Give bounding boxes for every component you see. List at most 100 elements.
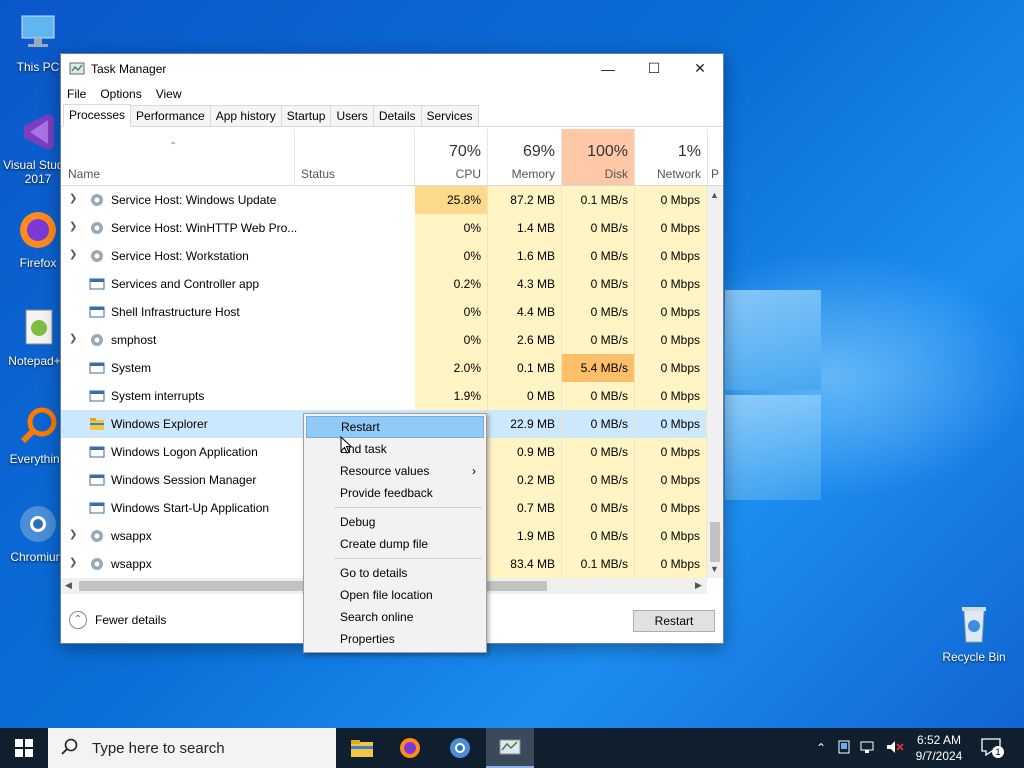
tab-processes[interactable]: Processes xyxy=(63,104,132,127)
column-header-power[interactable]: P xyxy=(708,129,723,185)
context-menu-item-open-file-location[interactable]: Open file location xyxy=(306,584,484,606)
expand-chevron-icon[interactable]: ❯ xyxy=(69,557,77,568)
context-menu-item-create-dump-file[interactable]: Create dump file xyxy=(306,533,484,555)
tab-startup[interactable]: Startup xyxy=(280,105,332,126)
disk-label: Disk xyxy=(604,167,628,181)
expand-chevron-icon[interactable]: ❯ xyxy=(69,249,77,260)
notification-center-button[interactable]: 1 xyxy=(980,736,1006,760)
process-name: Service Host: WinHTTP Web Pro... xyxy=(111,221,298,235)
process-row[interactable]: ❯ Service Host: Workstation 0% 1.6 MB 0 MB/s… xyxy=(61,242,707,270)
process-row[interactable]: System interrupts 1.9% 0 MB 0 MB/s 0 Mbps xyxy=(61,382,707,410)
context-menu-item-end-task[interactable]: End task xyxy=(306,438,484,460)
search-placeholder: Type here to search xyxy=(92,739,225,757)
close-button[interactable]: ✕ xyxy=(677,54,723,83)
taskbar-file-explorer[interactable] xyxy=(338,728,386,768)
maximize-button[interactable]: ☐ xyxy=(631,54,677,83)
process-row[interactable]: ❯ smphost 0% 2.6 MB 0 MB/s 0 Mbps xyxy=(61,326,707,354)
scroll-up-icon[interactable]: ▲ xyxy=(710,190,719,200)
title-bar[interactable]: Task Manager — ☐ ✕ xyxy=(61,54,723,83)
column-header-disk[interactable]: 100% Disk xyxy=(562,129,635,185)
tab-users[interactable]: Users xyxy=(330,105,374,126)
network-percent: 1% xyxy=(677,143,701,160)
process-net-cell: 0 Mbps xyxy=(635,522,707,550)
context-menu-item-debug[interactable]: Debug xyxy=(306,511,484,533)
menu-options[interactable]: Options xyxy=(100,87,141,101)
system-tray: ⌃ xyxy=(816,728,904,768)
desktop-icon-label: Recycle Bin xyxy=(942,650,1006,664)
desktop-icon-label: This PC xyxy=(16,60,60,74)
scroll-down-icon[interactable]: ▼ xyxy=(710,564,719,574)
taskbar-firefox[interactable] xyxy=(386,728,434,768)
process-cpu-cell: 0.2% xyxy=(415,270,488,298)
expand-chevron-icon[interactable]: ❯ xyxy=(69,193,77,204)
column-header-network[interactable]: 1% Network xyxy=(635,129,708,185)
scroll-left-icon[interactable]: ◀ xyxy=(65,580,72,591)
taskbar-search-box[interactable]: Type here to search xyxy=(48,728,336,768)
process-name: System xyxy=(111,361,152,375)
process-row[interactable]: System 2.0% 0.1 MB 5.4 MB/s 0 Mbps xyxy=(61,354,707,382)
context-menu-item-resource-values[interactable]: Resource values › xyxy=(306,460,484,482)
chevron-up-icon[interactable]: ⌃ xyxy=(816,741,826,755)
process-row[interactable]: Services and Controller app 0.2% 4.3 MB 0 M… xyxy=(61,270,707,298)
tab-app-history[interactable]: App history xyxy=(209,105,282,126)
vertical-scroll-thumb[interactable] xyxy=(710,522,720,562)
process-disk-cell: 0.1 MB/s xyxy=(562,186,635,214)
app-window-icon xyxy=(89,360,105,376)
process-mem-cell: 0.1 MB xyxy=(488,354,562,382)
context-menu-item-properties[interactable]: Properties xyxy=(306,628,484,650)
process-mem-cell: 0.2 MB xyxy=(488,466,562,494)
memory-percent: 69% xyxy=(522,143,555,160)
mouse-cursor-icon xyxy=(340,435,353,457)
process-mem-cell: 4.4 MB xyxy=(488,298,562,326)
process-row[interactable]: ❯ Service Host: Windows Update 25.8% 87.2 M… xyxy=(61,186,707,214)
fewer-details-button[interactable]: ⌃ Fewer details xyxy=(69,611,166,629)
process-net-cell: 0 Mbps xyxy=(635,466,707,494)
context-menu-item-search-online[interactable]: Search online xyxy=(306,606,484,628)
process-net-cell: 0 Mbps xyxy=(635,550,707,578)
desktop-icon-recycle-bin[interactable]: Recycle Bin xyxy=(938,600,1010,664)
expand-chevron-icon[interactable]: ❯ xyxy=(69,529,77,540)
cpu-label: CPU xyxy=(455,167,481,181)
process-disk-cell: 0 MB/s xyxy=(562,382,635,410)
memory-label: Memory xyxy=(511,167,555,181)
process-row[interactable]: ❯ Service Host: WinHTTP Web Pro... 0% 1.4 M… xyxy=(61,214,707,242)
restart-button[interactable]: Restart xyxy=(633,610,715,632)
column-header-memory[interactable]: 69% Memory xyxy=(488,129,562,185)
process-net-cell: 0 Mbps xyxy=(635,354,707,382)
process-name: Windows Logon Application xyxy=(111,445,258,459)
start-button[interactable] xyxy=(0,728,48,768)
process-net-cell: 0 Mbps xyxy=(635,410,707,438)
menu-file[interactable]: File xyxy=(67,87,86,101)
process-mem-cell: 0.7 MB xyxy=(488,494,562,522)
process-net-cell: 0 Mbps xyxy=(635,270,707,298)
volume-muted-icon[interactable] xyxy=(886,740,904,757)
tablet-icon[interactable] xyxy=(838,740,850,757)
taskbar-chromium[interactable] xyxy=(436,728,484,768)
column-header-cpu[interactable]: 70% CPU xyxy=(415,129,488,185)
context-menu-item-restart[interactable]: Restart xyxy=(306,416,484,438)
minimize-button[interactable]: — xyxy=(585,54,631,83)
scroll-right-icon[interactable]: ▶ xyxy=(695,580,702,591)
clock[interactable]: 6:52 AM 9/7/2024 xyxy=(906,732,972,764)
taskbar-task-manager[interactable] xyxy=(486,728,534,768)
notepad-plus-icon xyxy=(14,304,62,352)
process-cpu-cell: 25.8% xyxy=(415,186,488,214)
menu-view[interactable]: View xyxy=(156,87,182,101)
everything-search-icon xyxy=(14,402,62,450)
desktop-icon-label: Firefox xyxy=(19,256,57,270)
clock-time: 6:52 AM xyxy=(916,733,962,747)
process-mem-cell: 2.6 MB xyxy=(488,326,562,354)
tab-details[interactable]: Details xyxy=(372,105,422,126)
process-row[interactable]: Shell Infrastructure Host 0% 4.4 MB 0 MB/s 0… xyxy=(61,298,707,326)
expand-chevron-icon[interactable]: ❯ xyxy=(69,333,77,344)
network-icon[interactable] xyxy=(860,740,876,757)
vertical-scrollbar[interactable]: ▲ ▼ xyxy=(707,186,723,578)
expand-chevron-icon[interactable]: ❯ xyxy=(69,221,77,232)
context-menu-item-go-to-details[interactable]: Go to details xyxy=(306,562,484,584)
context-menu-item-provide-feedback[interactable]: Provide feedback xyxy=(306,482,484,504)
process-name: Shell Infrastructure Host xyxy=(111,305,240,319)
tab-services[interactable]: Services xyxy=(420,105,479,126)
process-net-cell: 0 Mbps xyxy=(635,438,707,466)
tab-performance[interactable]: Performance xyxy=(130,105,211,126)
process-mem-cell: 83.4 MB xyxy=(488,550,562,578)
